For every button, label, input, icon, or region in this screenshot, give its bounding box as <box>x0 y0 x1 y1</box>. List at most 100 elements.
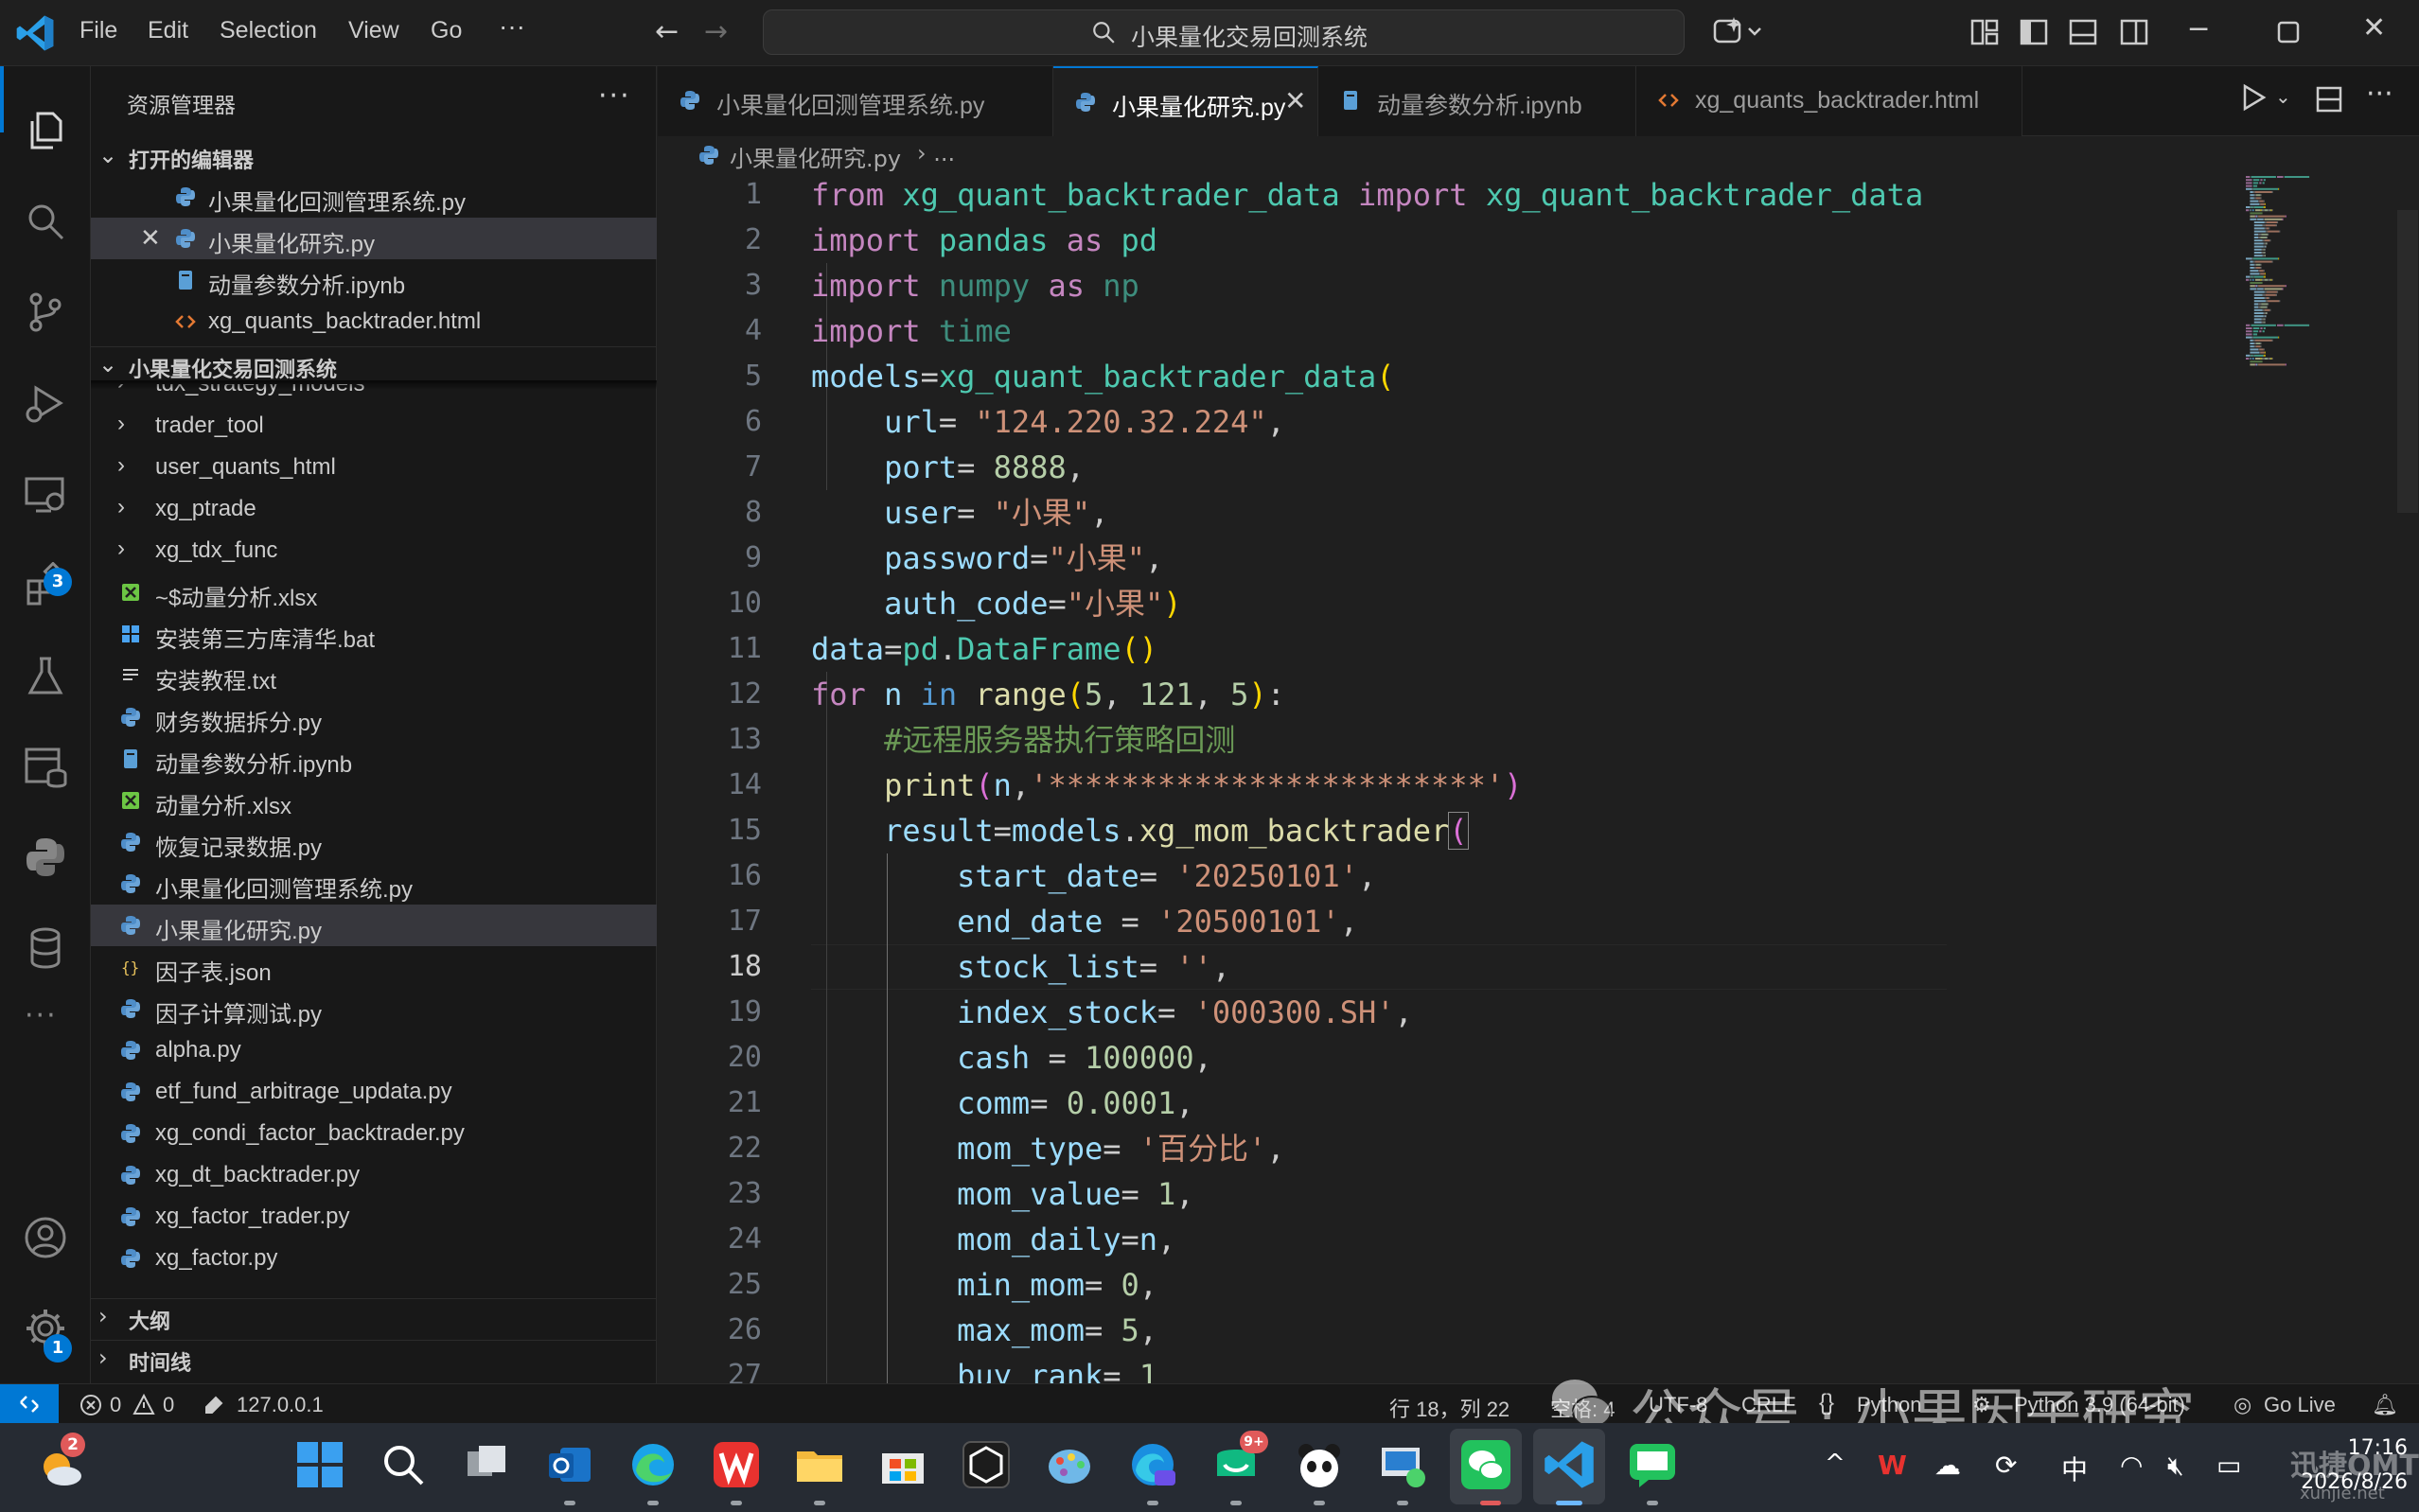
tree-file[interactable]: 安装教程.txt <box>91 655 657 696</box>
open-editors-header[interactable]: ⌄ 打开的编辑器 <box>91 138 657 176</box>
menu-more-button[interactable]: ··· <box>499 11 525 42</box>
remote-desktop-icon[interactable] <box>1376 1438 1429 1491</box>
split-editor-icon[interactable] <box>2315 85 2343 114</box>
tray-cloud-icon[interactable]: ☁ <box>1934 1450 1961 1481</box>
notifications-bell-icon[interactable]: 🔔︎ <box>2372 1393 2398 1417</box>
open-editor-item[interactable]: xg_quants_backtrader.html <box>91 301 657 343</box>
tab-backtest-manager[interactable]: 小果量化回测管理系统.py <box>658 66 1053 136</box>
battery-charging-icon[interactable]: ▭ <box>2216 1450 2241 1481</box>
task-view-icon[interactable] <box>460 1438 513 1491</box>
close-window-button[interactable]: ✕ <box>2362 11 2386 44</box>
nav-back-arrow-icon[interactable]: ← <box>655 15 679 48</box>
microsoft-store-icon[interactable] <box>876 1438 929 1491</box>
tree-file[interactable]: alpha.py <box>91 1029 657 1071</box>
code-editor[interactable]: 1 2 3 4 5 6 7 8 9 10 11 12 13 14 15 16 17 18 19 20 21 22 23 24 2… <box>658 172 2419 1383</box>
vscode-logo-icon[interactable] <box>15 13 55 53</box>
remote-explorer-icon[interactable] <box>23 471 68 517</box>
tree-file[interactable]: 因子计算测试.py <box>91 988 657 1029</box>
tab-research[interactable]: 小果量化研究.py ✕ <box>1053 66 1318 136</box>
editor-more-actions-button[interactable]: ··· <box>2366 78 2393 111</box>
windows-start-icon[interactable] <box>293 1438 346 1491</box>
menu-selection[interactable]: Selection <box>220 17 317 44</box>
tree-file[interactable]: 小果量化回测管理系统.py <box>91 863 657 905</box>
python-icon[interactable] <box>23 835 68 880</box>
breadcrumb-file[interactable]: 小果量化研究.py <box>730 140 901 173</box>
unity-hub-icon[interactable] <box>960 1438 1013 1491</box>
tree-file[interactable]: 安装第三方库清华.bat <box>91 613 657 655</box>
remote-indicator-button[interactable] <box>0 1384 59 1424</box>
more-views-button[interactable]: ··· <box>25 999 58 1032</box>
tree-file[interactable]: xg_condi_factor_backtrader.py <box>91 1113 657 1154</box>
source-control-icon[interactable] <box>23 290 68 335</box>
breadcrumb-rest[interactable]: › ... <box>917 140 955 167</box>
accounts-icon[interactable] <box>23 1215 68 1260</box>
tree-file[interactable]: ~$动量分析.xlsx <box>91 571 657 613</box>
tree-file[interactable]: etf_fund_arbitrage_updata.py <box>91 1071 657 1113</box>
python-interpreter[interactable]: Python 3.9 (64-bit) <box>2014 1393 2185 1417</box>
go-live-button[interactable]: Go Live <box>2264 1393 2336 1417</box>
tree-file[interactable]: xg_factor_trader.py <box>91 1196 657 1238</box>
customize-layout-icon[interactable] <box>1970 18 1999 46</box>
menu-go[interactable]: Go <box>431 17 462 44</box>
run-dropdown-chevron-icon[interactable]: ⌄ <box>2275 85 2291 108</box>
input-method-indicator[interactable]: 中 <box>2061 1450 2088 1487</box>
tree-folder[interactable]: › trader_tool <box>91 405 657 447</box>
nav-forward-arrow-icon[interactable]: → <box>704 15 728 48</box>
toggle-secondary-sidebar-icon[interactable] <box>2120 18 2148 46</box>
open-editor-item[interactable]: 动量参数分析.ipynb <box>91 259 657 301</box>
tree-file[interactable]: 小果量化研究.py <box>91 905 657 946</box>
database-explorer-icon[interactable] <box>23 744 68 789</box>
warning-count[interactable]: 0 <box>163 1393 174 1417</box>
tray-wps-icon[interactable]: W <box>1878 1450 1907 1481</box>
open-editor-item[interactable]: ✕ 小果量化研究.py <box>91 218 657 259</box>
tree-folder[interactable]: › xg_ptrade <box>91 488 657 530</box>
paint-palette-icon[interactable] <box>1043 1438 1096 1491</box>
menu-view[interactable]: View <box>348 17 399 44</box>
remote-host[interactable]: 127.0.0.1 <box>237 1393 324 1417</box>
minimize-button[interactable]: ─ <box>2190 13 2207 46</box>
error-count[interactable]: 0 <box>110 1393 121 1417</box>
search-icon[interactable] <box>23 199 68 244</box>
tray-overflow-chevron-icon[interactable]: ^ <box>1825 1450 1845 1478</box>
toggle-panel-icon[interactable] <box>2069 18 2097 46</box>
file-explorer-icon[interactable] <box>793 1438 846 1491</box>
outlook-icon[interactable] <box>543 1438 596 1491</box>
timeline-header[interactable]: › 时间线 <box>91 1340 657 1378</box>
panda-app-icon[interactable] <box>1293 1438 1346 1491</box>
minimap[interactable] <box>2244 172 2376 456</box>
database-icon[interactable] <box>23 925 68 971</box>
speaker-muted-icon[interactable]: 🔇︎ <box>2167 1450 2184 1482</box>
testing-flask-icon[interactable] <box>23 653 68 698</box>
chat-app-icon[interactable] <box>1626 1438 1679 1491</box>
taskbar-search-icon[interactable] <box>377 1438 430 1491</box>
sidebar-more-button[interactable]: ··· <box>598 79 631 113</box>
project-folder-header[interactable]: ⌄ 小果量化交易回测系统 <box>91 346 657 384</box>
maximize-button[interactable] <box>2277 21 2300 44</box>
outline-header[interactable]: › 大纲 <box>91 1298 657 1336</box>
file-encoding[interactable]: UTF-8 <box>1649 1393 1707 1417</box>
run-python-file-icon[interactable] <box>2239 83 2268 112</box>
toggle-primary-sidebar-icon[interactable] <box>2020 18 2048 46</box>
explorer-files-icon[interactable] <box>23 108 68 153</box>
tree-file[interactable]: 恢复记录数据.py <box>91 821 657 863</box>
menu-file[interactable]: File <box>79 17 117 44</box>
copilot-sparkle-icon[interactable] <box>1711 15 1768 49</box>
tree-file[interactable]: 动量分析.xlsx <box>91 780 657 821</box>
tree-folder[interactable]: › user_quants_html <box>91 447 657 488</box>
tree-file[interactable]: 财务数据拆分.py <box>91 696 657 738</box>
edge-ai-icon[interactable] <box>1126 1438 1179 1491</box>
close-tab-icon[interactable]: ✕ <box>1284 85 1306 116</box>
tree-file[interactable]: 动量参数分析.ipynb <box>91 738 657 780</box>
command-center-search[interactable]: 小果量化交易回测系统 <box>763 9 1685 55</box>
tree-file[interactable]: xg_dt_backtrader.py <box>91 1154 657 1196</box>
wifi-icon[interactable]: ◠ <box>2120 1450 2143 1481</box>
tab-momentum-notebook[interactable]: 动量参数分析.ipynb <box>1318 66 1636 136</box>
run-debug-icon[interactable] <box>23 380 68 426</box>
editor-vertical-scrollbar[interactable] <box>2397 172 2418 1383</box>
wechat-icon[interactable] <box>1459 1438 1512 1491</box>
edge-browser-icon[interactable] <box>627 1438 680 1491</box>
line-ending[interactable]: CRLF <box>1741 1393 1795 1417</box>
wps-office-icon[interactable] <box>710 1438 763 1491</box>
vscode-taskbar-icon[interactable] <box>1543 1438 1596 1491</box>
tree-folder[interactable]: › xg_tdx_func <box>91 530 657 571</box>
